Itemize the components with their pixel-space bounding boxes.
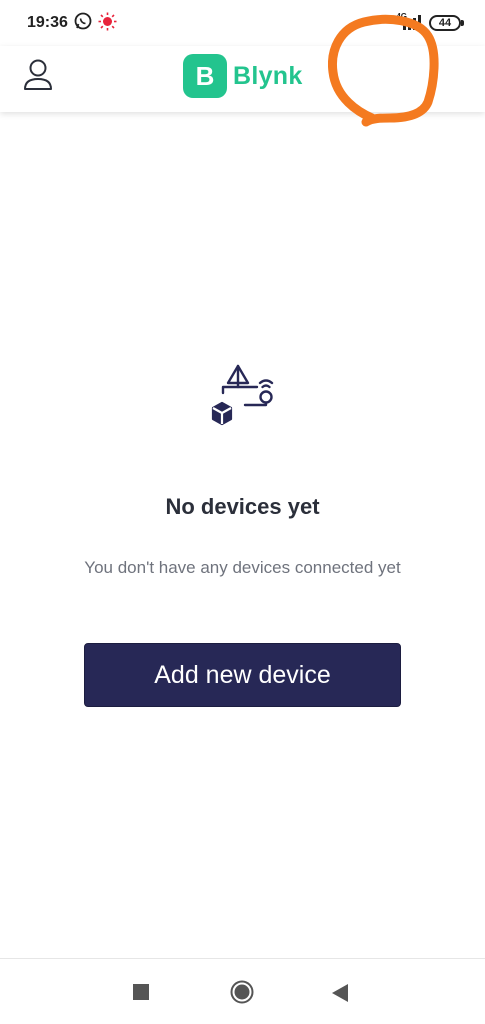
empty-state-title: No devices yet — [165, 494, 320, 519]
orange-circle-annotation — [327, 14, 440, 130]
empty-state-subtitle: You don't have any devices connected yet — [84, 558, 401, 577]
logo-badge: B — [183, 54, 227, 98]
devices-illustration-icon — [205, 361, 277, 429]
recents-square-icon[interactable] — [133, 984, 149, 1005]
status-time: 19:36 — [27, 14, 68, 31]
logo-text: Blynk — [233, 61, 303, 90]
system-nav-bar — [0, 958, 485, 1024]
blynk-logo: B Blynk — [183, 54, 303, 98]
home-circle-icon[interactable] — [230, 980, 254, 1009]
whatsapp-icon — [74, 12, 92, 35]
profile-icon[interactable] — [22, 58, 54, 92]
add-new-device-button[interactable]: Add new device — [84, 643, 401, 707]
back-triangle-icon[interactable] — [332, 984, 349, 1007]
alert-sun-icon — [98, 12, 117, 36]
